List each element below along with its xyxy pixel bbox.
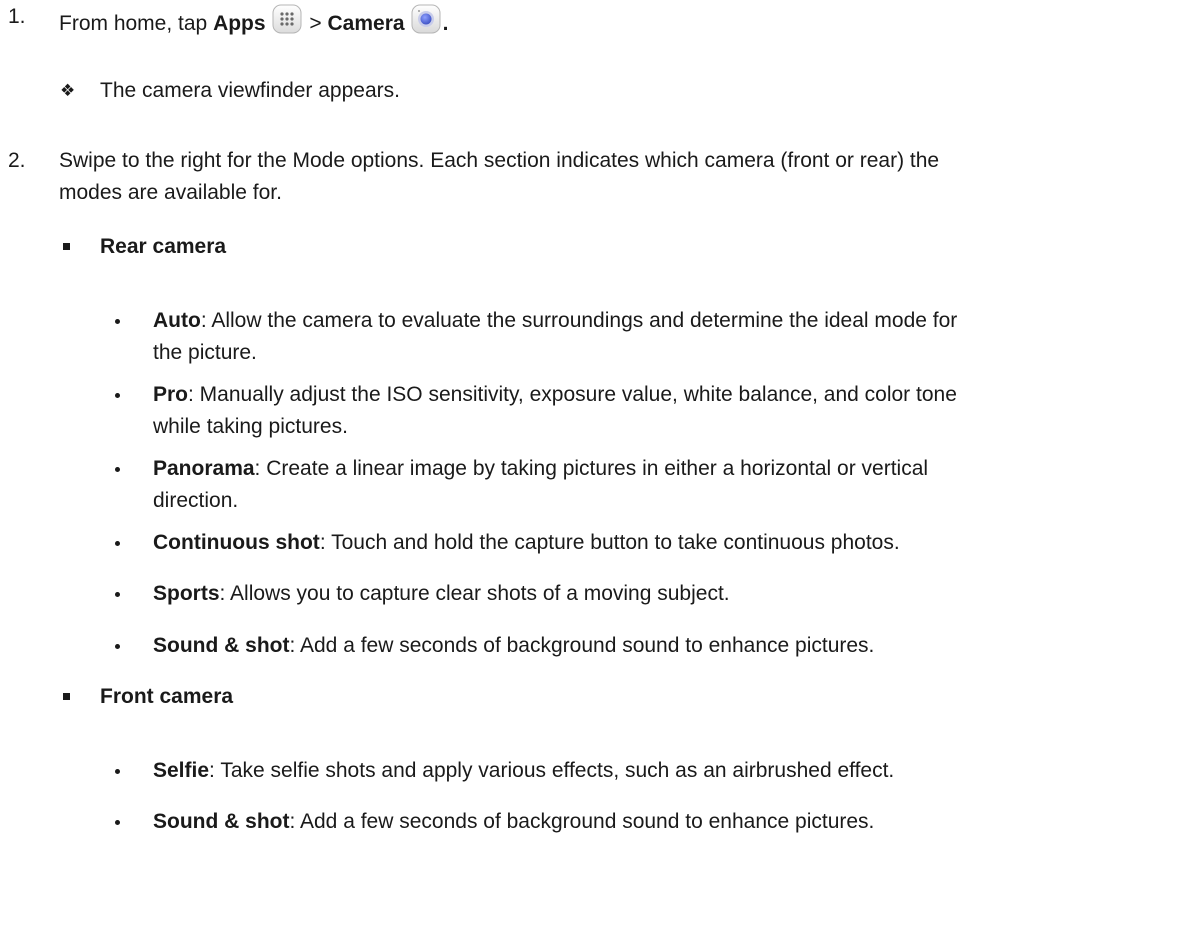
dot-bullet-icon [115, 393, 120, 398]
mode-name: Panorama [153, 457, 255, 480]
dot-bullet-icon [115, 769, 120, 774]
mode-name: Pro [153, 383, 189, 406]
dot-bullet-icon [115, 820, 120, 825]
step-2-line-2: modes are available for. [59, 181, 282, 204]
mode-item-line-2: while taking pictures. [153, 415, 348, 438]
square-bullet-icon [63, 693, 70, 700]
mode-item-line-2: direction. [153, 489, 239, 512]
step-1-note: The camera viewfinder appears. [100, 79, 400, 102]
mode-name: Selfie [153, 759, 210, 782]
mode-item-line-1: Sound & shot: Add a few seconds of backg… [153, 634, 875, 657]
mode-name: Sound & shot [153, 634, 290, 657]
dot-bullet-icon [115, 319, 120, 324]
step-1-lead: From home, tap [59, 12, 214, 35]
note-diamond-icon: ❖ [60, 81, 76, 100]
dot-bullet-icon [115, 644, 120, 649]
separator: > [303, 12, 328, 35]
square-bullet-icon [63, 243, 70, 250]
dot-bullet-icon [115, 467, 120, 472]
camera-label: Camera [327, 12, 405, 35]
mode-item-line-1: Sports: Allows you to capture clear shot… [153, 582, 730, 605]
apps-label: Apps [213, 12, 266, 35]
mode-item-line-2: the picture. [153, 341, 257, 364]
step-2-line-1: Swipe to the right for the Mode options.… [59, 149, 940, 172]
mode-name: Auto [153, 309, 201, 332]
mode-item-line-1: Selfie: Take selfie shots and apply vari… [153, 759, 895, 782]
step-number: 1. [8, 5, 26, 28]
document-page: 1. From home, tap Apps > Camera . ❖ The … [0, 0, 1185, 937]
mode-name: Continuous shot [153, 531, 320, 554]
mode-item-line-1: Panorama: Create a linear image by takin… [153, 457, 929, 480]
mode-item-line-1: Auto: Allow the camera to evaluate the s… [153, 309, 958, 332]
section-title: Rear camera [100, 235, 227, 258]
mode-item-line-1: Pro: Manually adjust the ISO sensitivity… [153, 383, 957, 406]
section-title: Front camera [100, 685, 234, 708]
dot-bullet-icon [115, 541, 120, 546]
mode-item-line-1: Sound & shot: Add a few seconds of backg… [153, 810, 875, 833]
mode-item-line-1: Continuous shot: Touch and hold the capt… [153, 531, 900, 554]
camera-app-icon [411, 4, 441, 34]
step-number: 2. [8, 149, 26, 172]
mode-name: Sound & shot [153, 810, 290, 833]
mode-name: Sports [153, 582, 220, 605]
apps-grid-icon [272, 4, 302, 34]
end-punct: . [442, 12, 449, 35]
dot-bullet-icon [115, 592, 120, 597]
step-1-text: From home, tap Apps > Camera . [59, 4, 448, 37]
